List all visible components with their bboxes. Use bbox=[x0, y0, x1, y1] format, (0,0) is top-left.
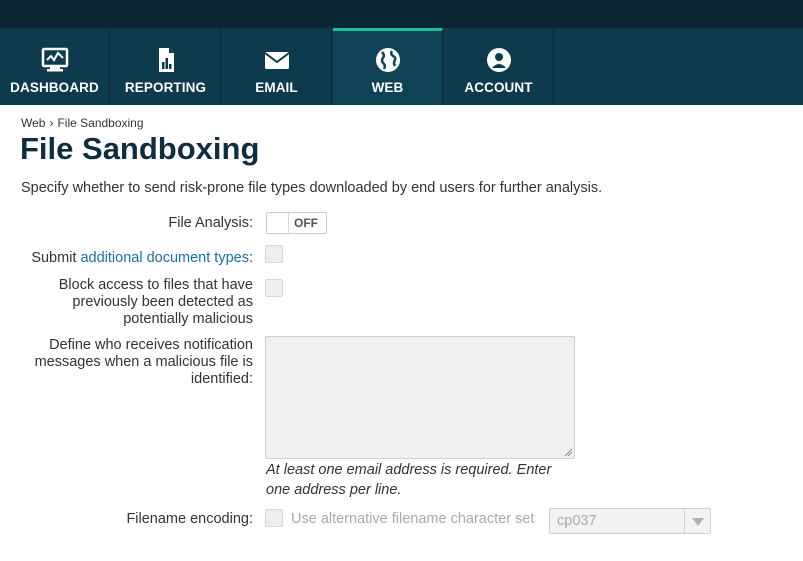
top-bar bbox=[0, 0, 803, 28]
resize-grip-icon[interactable] bbox=[564, 448, 572, 456]
file-analysis-toggle[interactable]: OFF bbox=[266, 212, 327, 234]
monitor-chart-icon bbox=[41, 47, 68, 72]
tab-account-label: ACCOUNT bbox=[464, 80, 533, 95]
tab-web[interactable]: WEB bbox=[333, 28, 443, 105]
globe-icon bbox=[375, 48, 400, 72]
tab-account[interactable]: ACCOUNT bbox=[444, 28, 554, 105]
page-title: File Sandboxing bbox=[20, 131, 260, 166]
alt-charset-label: Use alternative filename character set bbox=[291, 511, 535, 527]
toggle-state: OFF bbox=[294, 216, 318, 230]
tab-web-label: WEB bbox=[371, 80, 404, 95]
submit-types-label: Submit additional document types: bbox=[31, 250, 253, 267]
tab-email-label: EMAIL bbox=[255, 80, 298, 95]
charset-select[interactable]: cp037 bbox=[549, 508, 711, 534]
tab-reporting-label: REPORTING bbox=[124, 80, 207, 95]
chevron-down-icon bbox=[692, 518, 704, 526]
filename-encoding-label: Filename encoding: bbox=[126, 511, 253, 527]
file-analysis-label: File Analysis: bbox=[168, 215, 253, 231]
main-nav: DASHBOARD REPORTING EMAIL WEB ACCOUNT bbox=[0, 28, 803, 105]
user-circle-icon bbox=[486, 48, 511, 72]
submit-types-prefix: Submit bbox=[31, 250, 81, 266]
breadcrumb-current: File Sandboxing bbox=[57, 116, 144, 130]
tab-email[interactable]: EMAIL bbox=[222, 28, 332, 105]
tab-reporting[interactable]: REPORTING bbox=[111, 28, 221, 105]
page-description: Specify whether to send risk-prone file … bbox=[21, 180, 603, 196]
block-access-label: Block access to files that have previous… bbox=[58, 277, 253, 327]
select-arrow-button[interactable] bbox=[684, 509, 710, 533]
notify-hint: At least one email address is required. … bbox=[266, 462, 552, 498]
submit-types-suffix: : bbox=[248, 250, 253, 266]
tab-dashboard-label: DASHBOARD bbox=[10, 80, 99, 95]
notify-recipients-textarea[interactable] bbox=[265, 336, 575, 459]
charset-select-value: cp037 bbox=[557, 513, 597, 529]
toggle-knob bbox=[267, 213, 289, 233]
tab-dashboard[interactable]: DASHBOARD bbox=[0, 28, 110, 105]
breadcrumb-separator: › bbox=[49, 116, 54, 130]
breadcrumb: Web › File Sandboxing bbox=[21, 116, 144, 130]
breadcrumb-web-link[interactable]: Web bbox=[21, 116, 45, 130]
report-document-icon bbox=[158, 48, 174, 72]
envelope-icon bbox=[263, 52, 290, 69]
additional-document-types-link[interactable]: additional document types bbox=[80, 250, 248, 266]
notify-label: Define who receives notification message… bbox=[34, 337, 253, 387]
submit-types-checkbox[interactable] bbox=[265, 245, 283, 263]
alt-charset-checkbox[interactable] bbox=[265, 509, 283, 527]
block-access-checkbox[interactable] bbox=[265, 279, 283, 297]
